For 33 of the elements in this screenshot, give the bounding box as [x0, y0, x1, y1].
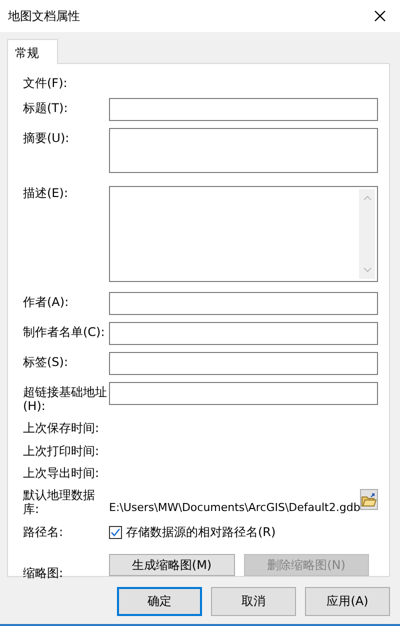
field-label: 上次保存时间:: [23, 420, 100, 435]
text-area[interactable]: [109, 186, 378, 282]
path-text: E:\Users\MW\Documents\ArcGIS\Default2.gdb: [109, 501, 360, 516]
thumbnail-button[interactable]: 生成缩略图(M): [109, 554, 234, 576]
field-label: 缩略图:: [23, 566, 64, 580]
field-label: 标题(T):: [23, 100, 69, 115]
field-label: 默认地理数据库:: [23, 488, 96, 516]
close-icon[interactable]: [374, 10, 386, 22]
field-label: 超链接基础地址(H):: [23, 384, 108, 413]
field-label: 描述(E):: [23, 184, 69, 200]
browse-button[interactable]: [360, 489, 378, 510]
tab[interactable]: 常规: [7, 39, 58, 64]
text-field[interactable]: [109, 382, 378, 405]
checkbox-label[interactable]: 存储数据源的相对路径名(R): [126, 524, 276, 541]
field-label: 摘要(U):: [23, 130, 70, 145]
text-field[interactable]: [109, 322, 378, 345]
text-field[interactable]: [109, 292, 378, 315]
field-label: 文件(F):: [23, 76, 68, 90]
dialog-button[interactable]: 确定: [117, 587, 202, 616]
field-label: 作者(A):: [23, 294, 70, 309]
dialog-button[interactable]: 应用(A): [305, 587, 390, 616]
field-label: 上次导出时间:: [23, 466, 100, 480]
field-label: 制作者名单(C):: [23, 324, 106, 339]
dialog-button[interactable]: 取消: [211, 587, 296, 616]
field-label: 上次打印时间:: [23, 444, 100, 458]
window-title: 地图文档属性: [8, 8, 80, 24]
field-label: 路径名:: [23, 525, 64, 540]
field-label: 标签(S):: [23, 354, 70, 369]
checkbox[interactable]: [109, 526, 122, 539]
folder-icon: [361, 492, 378, 507]
text-area[interactable]: [109, 128, 378, 173]
text-field[interactable]: [109, 98, 378, 121]
text-field[interactable]: [109, 352, 378, 375]
